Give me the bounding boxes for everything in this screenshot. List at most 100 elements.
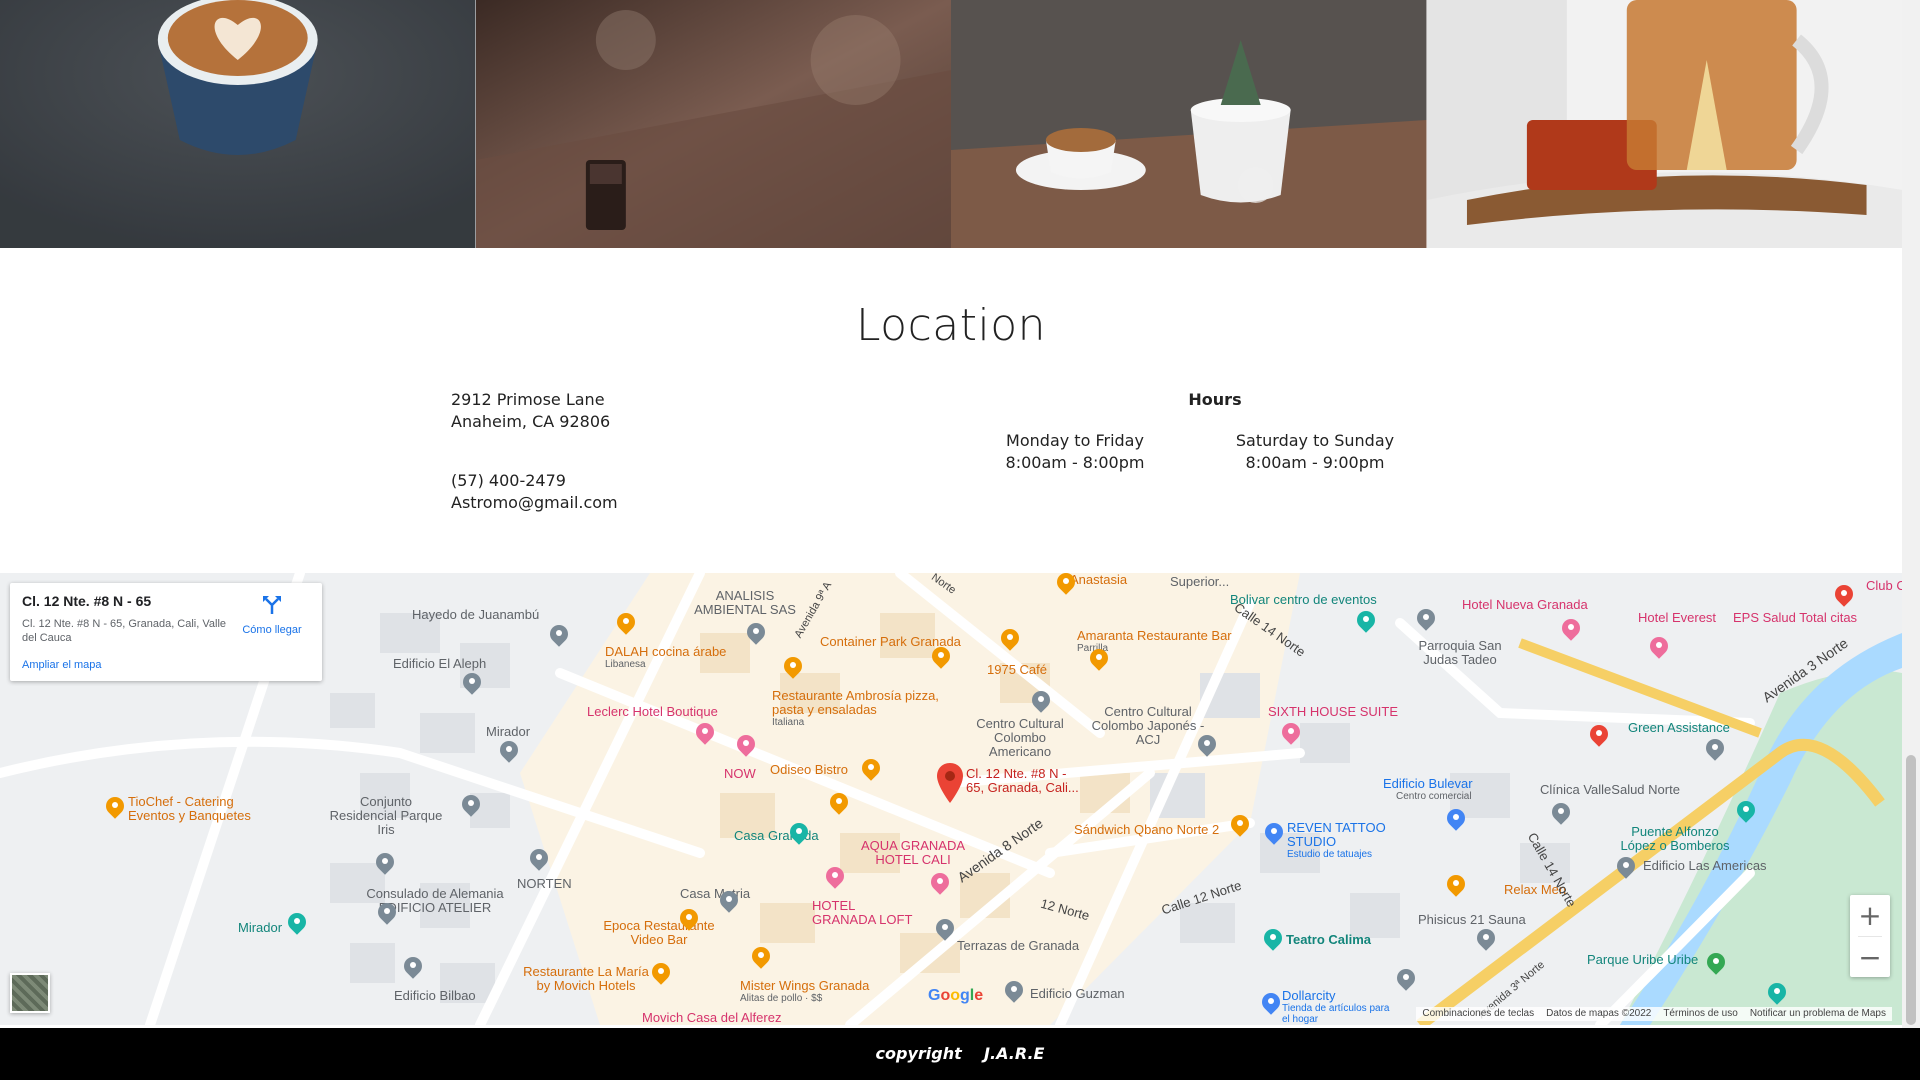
place-pin-icon[interactable] xyxy=(932,915,958,941)
place-pin-icon[interactable] xyxy=(1028,687,1054,713)
place-pin-icon[interactable] xyxy=(743,619,769,645)
place-odiseo[interactable]: Odiseo Bistro xyxy=(770,763,848,777)
place-dollarcity[interactable]: Dollarcity xyxy=(1282,989,1335,1003)
restaurant-pin-icon[interactable] xyxy=(997,625,1023,651)
restaurant-pin-icon[interactable] xyxy=(648,959,674,985)
place-eps[interactable]: EPS Salud Total citas xyxy=(1733,611,1857,625)
place-edificio-bilbao[interactable]: Edificio Bilbao xyxy=(394,989,476,1003)
place-mister-wings[interactable]: Mister Wings Granada xyxy=(740,979,869,993)
place-hotel-loft[interactable]: HOTEL GRANADA LOFT xyxy=(812,899,922,927)
restaurant-pin-icon[interactable] xyxy=(1227,811,1253,837)
place-epoca[interactable]: Epoca Restaurante Video Bar xyxy=(594,919,724,947)
directions-button[interactable]: Cómo llegar xyxy=(236,595,308,636)
medical-pin-icon[interactable] xyxy=(1586,721,1612,747)
hotel-pin-icon[interactable] xyxy=(1278,719,1304,745)
place-1975-cafe[interactable]: 1975 Café xyxy=(987,663,1047,677)
place-pin-icon[interactable] xyxy=(1613,853,1639,879)
place-pin-icon[interactable] xyxy=(1393,965,1419,991)
place-dalah[interactable]: DALAH cocina árabe xyxy=(605,645,726,659)
restaurant-pin-icon[interactable] xyxy=(1086,645,1112,671)
place-valle-salud[interactable]: Clínica ValleSalud Norte xyxy=(1540,783,1680,797)
place-pin-icon[interactable] xyxy=(1001,977,1027,1003)
restaurant-pin-icon[interactable] xyxy=(858,755,884,781)
teal-pin-icon[interactable] xyxy=(1733,797,1759,823)
terms-link[interactable]: Términos de uso xyxy=(1663,1007,1737,1021)
park-pin-icon[interactable] xyxy=(1703,949,1729,975)
enlarge-map-link[interactable]: Ampliar el mapa xyxy=(22,659,101,671)
place-parque-uribe[interactable]: Parque Uribe Uribe xyxy=(1587,953,1698,967)
restaurant-pin-icon[interactable] xyxy=(1443,871,1469,897)
place-tiochef[interactable]: TioChef - Catering Eventos y Banquetes xyxy=(128,795,278,823)
place-mirador-2[interactable]: Mirador xyxy=(238,921,282,935)
shopping-pin-icon[interactable] xyxy=(1261,819,1287,845)
embedded-map[interactable]: Cl. 12 Nte. #8 N - 65 Cl. 12 Nte. #8 N -… xyxy=(0,573,1902,1025)
place-la-maria[interactable]: Restaurante La María by Movich Hotels xyxy=(516,965,656,993)
hotel-pin-icon[interactable] xyxy=(692,719,718,745)
place-casa-matria[interactable]: Casa Matria xyxy=(680,887,750,901)
place-aqua[interactable]: AQUA GRANADA HOTEL CALI xyxy=(858,839,968,867)
place-pin-icon[interactable] xyxy=(1473,925,1499,951)
shopping-pin-icon[interactable] xyxy=(1443,805,1469,831)
place-puente[interactable]: Puente Alfonzo López o Bomberos xyxy=(1620,825,1730,853)
hospital-pin-icon[interactable] xyxy=(1831,581,1857,607)
restaurant-pin-icon[interactable] xyxy=(748,943,774,969)
hotel-pin-icon[interactable] xyxy=(1646,633,1672,659)
place-movich[interactable]: Movich Casa del Alferez xyxy=(642,1011,781,1025)
place-ambrosia[interactable]: Restaurante Ambrosía pizza, pasta y ensa… xyxy=(772,689,942,717)
place-superior[interactable]: Superior... xyxy=(1170,575,1229,589)
keyboard-shortcuts-link[interactable]: Combinaciones de teclas xyxy=(1422,1007,1534,1021)
place-amaranta[interactable]: Amaranta Restaurante Bar xyxy=(1077,629,1232,643)
hotel-pin-icon[interactable] xyxy=(822,863,848,889)
place-edificio-aleph[interactable]: Edificio El Aleph xyxy=(393,657,486,671)
restaurant-pin-icon[interactable] xyxy=(676,905,702,931)
place-pin-icon[interactable] xyxy=(372,849,398,875)
teal-pin-icon[interactable] xyxy=(284,909,310,935)
place-reven[interactable]: REVEN TATTOO STUDIO xyxy=(1287,821,1397,849)
place-pin-icon[interactable] xyxy=(716,887,742,913)
restaurant-pin-icon[interactable] xyxy=(102,793,128,819)
restaurant-pin-icon[interactable] xyxy=(780,653,806,679)
place-pin-icon[interactable] xyxy=(526,845,552,871)
place-bolivar[interactable]: Bolivar centro de eventos xyxy=(1230,593,1377,607)
place-pin-icon[interactable] xyxy=(1413,605,1439,631)
place-pin-icon[interactable] xyxy=(546,621,572,647)
place-mirador-1[interactable]: Mirador xyxy=(486,725,530,739)
place-pin-icon[interactable] xyxy=(1548,799,1574,825)
zoom-out-button[interactable]: − xyxy=(1850,937,1890,977)
place-hotel-everest[interactable]: Hotel Everest xyxy=(1638,611,1716,625)
teal-pin-icon[interactable] xyxy=(786,819,812,845)
place-analisis[interactable]: ANALISIS AMBIENTAL SAS xyxy=(690,589,800,617)
location-marker-icon[interactable] xyxy=(937,763,963,803)
hotel-pin-icon[interactable] xyxy=(1558,615,1584,641)
place-centro-colombo[interactable]: Centro Cultural Colombo Americano xyxy=(970,717,1070,759)
teal-pin-icon[interactable] xyxy=(1353,607,1379,633)
restaurant-pin-icon[interactable] xyxy=(826,789,852,815)
place-leclerc[interactable]: Leclerc Hotel Boutique xyxy=(587,705,718,719)
hotel-pin-icon[interactable] xyxy=(733,731,759,757)
shopping-pin-icon[interactable] xyxy=(1258,989,1284,1015)
teal-pin-icon[interactable] xyxy=(1764,979,1790,1005)
report-problem-link[interactable]: Notificar un problema de Maps xyxy=(1750,1007,1886,1021)
restaurant-pin-icon[interactable] xyxy=(1053,573,1079,595)
restaurant-pin-icon[interactable] xyxy=(928,643,954,669)
place-las-americas[interactable]: Edificio Las Americas xyxy=(1643,859,1767,873)
place-sixth-house[interactable]: SIXTH HOUSE SUITE xyxy=(1268,705,1398,719)
place-anastasia[interactable]: Anastasia xyxy=(1070,573,1127,587)
satellite-toggle-button[interactable] xyxy=(10,973,50,1013)
place-terrazas[interactable]: Terrazas de Granada xyxy=(957,939,1079,953)
place-sandwich[interactable]: Sándwich Qbano Norte 2 xyxy=(1074,823,1219,837)
place-pin-icon[interactable] xyxy=(1702,735,1728,761)
page-scrollbar[interactable] xyxy=(1902,0,1920,1028)
place-phisicus[interactable]: Phisicus 21 Sauna xyxy=(1418,913,1526,927)
place-pin-icon[interactable] xyxy=(496,737,522,763)
place-edificio-bulevar[interactable]: Edificio Bulevar xyxy=(1383,777,1473,791)
place-green-assistance[interactable]: Green Assistance xyxy=(1628,721,1730,735)
place-hayedo[interactable]: Hayedo de Juanambú xyxy=(412,608,539,622)
place-club[interactable]: Club C xyxy=(1866,579,1902,593)
place-pin-icon[interactable] xyxy=(458,791,484,817)
place-conjunto[interactable]: Conjunto Residencial Parque Iris xyxy=(326,795,446,837)
place-edificio-guzman[interactable]: Edificio Guzman xyxy=(1030,987,1125,1001)
place-hotel-nueva[interactable]: Hotel Nueva Granada xyxy=(1462,598,1588,612)
place-teatro[interactable]: Teatro Calima xyxy=(1286,933,1371,947)
teal-pin-icon[interactable] xyxy=(1260,925,1286,951)
